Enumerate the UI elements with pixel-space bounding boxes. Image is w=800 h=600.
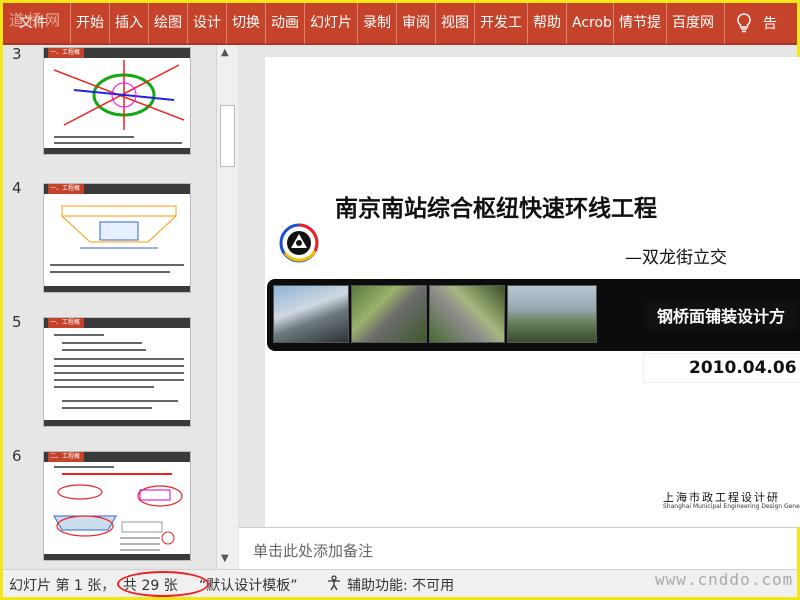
template-name: “默认设计模板”: [199, 578, 298, 594]
scroll-up-icon[interactable]: ▲: [221, 47, 229, 58]
train-photo: [273, 285, 349, 343]
interchange-drawing-icon: [54, 60, 184, 130]
tab-help[interactable]: 帮助: [528, 2, 567, 44]
tab-transitions[interactable]: 切换: [227, 2, 266, 44]
tab-record[interactable]: 录制: [358, 2, 397, 44]
slide-position: 幻灯片 第 1 张，: [9, 578, 116, 594]
banner-text: 钢桥面铺装设计方: [645, 301, 798, 329]
thumbnail-header: 一、工程概况: [48, 318, 84, 336]
accessibility-icon[interactable]: [325, 575, 343, 595]
tab-draw[interactable]: 绘图: [149, 2, 188, 44]
slide-thumbnail-3[interactable]: 一、工程概况: [43, 47, 191, 155]
thumbnail-number: 4: [12, 179, 22, 197]
slide-editor: 南京南站综合枢纽快速环线工程 —双龙街立交 钢桥面铺装设计方 2010.04.0…: [239, 45, 800, 527]
tab-animations[interactable]: 动画: [266, 2, 305, 44]
bridge-drawing-icon: [61, 205, 177, 249]
tab-insert[interactable]: 插入: [110, 2, 149, 44]
thumbnail-header: 一、工程概况: [48, 184, 84, 202]
tab-developer[interactable]: 开发工: [475, 2, 528, 44]
current-slide[interactable]: 南京南站综合枢纽快速环线工程 —双龙街立交 钢桥面铺装设计方 2010.04.0…: [265, 57, 800, 527]
tab-slideshow[interactable]: 幻灯片: [305, 2, 358, 44]
station-photo: [507, 285, 597, 343]
slide-thumbnails-panel: 3 一、工程概况 4 一、工程概况 5 一、工程概况 6 二、工程概况: [3, 45, 239, 569]
lightbulb-icon[interactable]: [731, 2, 757, 44]
notes-placeholder: 单击此处添加备注: [253, 542, 374, 560]
watermark-logo: 道桥网: [9, 11, 64, 29]
tab-baidu-netdisk[interactable]: 百度网: [667, 2, 725, 44]
tell-me-label[interactable]: 告: [763, 13, 777, 33]
slide-date: 2010.04.06: [643, 353, 800, 383]
thumbnail-header: 一、工程概况: [48, 48, 84, 66]
scroll-down-icon[interactable]: ▼: [221, 553, 229, 564]
interchange-photo: [351, 285, 427, 343]
scrollbar-thumb[interactable]: [220, 105, 235, 167]
section-drawing-icon: [53, 484, 183, 551]
tab-design[interactable]: 设计: [188, 2, 227, 44]
ribbon-tab-bar: 文件 开始 插入 绘图 设计 切换 动画 幻灯片 录制 审阅 视图 开发工 帮助…: [3, 2, 797, 45]
thumbnail-header: 二、工程概况: [48, 452, 84, 470]
tab-acrobat[interactable]: Acrob: [567, 2, 614, 44]
highlight-circle: [117, 571, 209, 597]
overpass-photo: [429, 285, 505, 343]
slide-thumbnail-6[interactable]: 二、工程概况: [43, 451, 191, 561]
site-watermark: www.cnddo.com: [655, 570, 794, 589]
slide-title: 南京南站综合枢纽快速环线工程: [335, 196, 657, 222]
notes-pane[interactable]: 单击此处添加备注: [239, 527, 797, 569]
thumbnail-number: 3: [12, 45, 22, 63]
thumbnail-number: 5: [12, 313, 22, 331]
tab-view[interactable]: 视图: [436, 2, 475, 44]
company-logo-icon: [279, 223, 319, 263]
tab-storyboard[interactable]: 情节提: [614, 2, 667, 44]
organization-name-en: Shanghai Municipal Engineering Design Ge…: [663, 503, 800, 510]
accessibility-status[interactable]: 辅助功能: 不可用: [347, 575, 454, 595]
thumbnails-scrollbar[interactable]: ▲ ▼: [216, 45, 238, 569]
slide-subtitle: —双龙街立交: [625, 248, 727, 268]
tab-home[interactable]: 开始: [71, 2, 110, 44]
thumbnail-number: 6: [12, 447, 22, 465]
tab-review[interactable]: 审阅: [397, 2, 436, 44]
slide-thumbnail-5[interactable]: 一、工程概况: [43, 317, 191, 427]
slide-thumbnail-4[interactable]: 一、工程概况: [43, 183, 191, 293]
